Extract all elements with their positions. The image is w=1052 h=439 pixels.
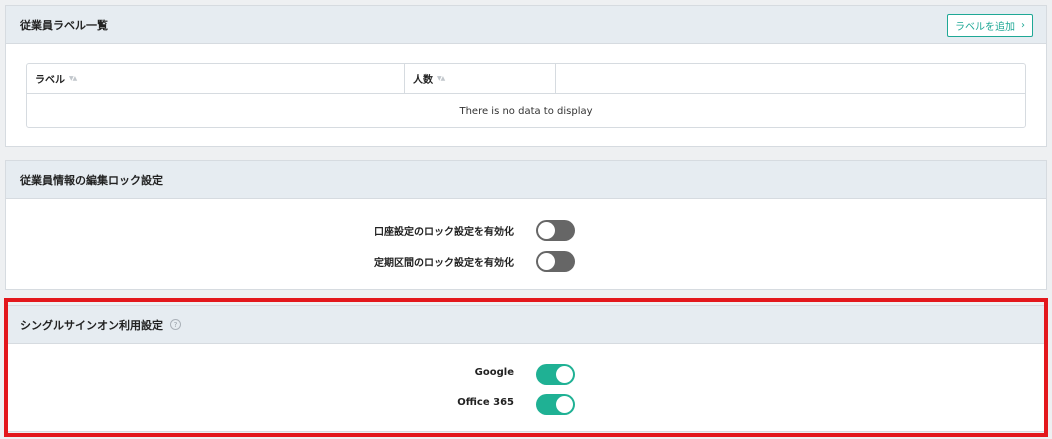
column-header-label[interactable]: ラベル ▼▲ xyxy=(27,64,405,93)
setting-row-google: Google xyxy=(6,362,1046,386)
commute-lock-label: 定期区間のロック設定を有効化 xyxy=(374,258,514,269)
setting-row-commute-lock: 定期区間のロック設定を有効化 xyxy=(6,249,1046,273)
toggle-knob xyxy=(538,253,555,270)
toggle-knob xyxy=(556,366,573,383)
sso-card: シングルサインオン利用設定 ? Google Office 365 xyxy=(5,305,1047,432)
account-lock-label: 口座設定のロック設定を有効化 xyxy=(374,227,514,238)
google-sso-label: Google xyxy=(474,367,514,378)
sso-title: シングルサインオン利用設定 xyxy=(20,318,163,332)
account-lock-toggle[interactable] xyxy=(536,220,575,241)
labels-table: ラベル ▼▲ 人数 ▼▲ There is no data to display xyxy=(26,63,1026,128)
employee-labels-title: 従業員ラベル一覧 xyxy=(20,18,108,32)
help-icon[interactable]: ? xyxy=(170,319,181,330)
employee-labels-header: 従業員ラベル一覧 ラベルを追加 › xyxy=(6,6,1046,44)
commute-lock-toggle[interactable] xyxy=(536,251,575,272)
sort-icon: ▼▲ xyxy=(69,75,77,82)
chevron-right-icon: › xyxy=(1021,20,1025,31)
toggle-knob xyxy=(538,222,555,239)
sso-header: シングルサインオン利用設定 ? xyxy=(6,306,1046,344)
edit-lock-card: 従業員情報の編集ロック設定 口座設定のロック設定を有効化 定期区間のロック設定を… xyxy=(5,160,1047,290)
empty-table-message: There is no data to display xyxy=(459,105,593,117)
column-header-count[interactable]: 人数 ▼▲ xyxy=(405,64,556,93)
google-sso-toggle[interactable] xyxy=(536,364,575,385)
employee-labels-card: 従業員ラベル一覧 ラベルを追加 › ラベル ▼▲ 人数 ▼▲ There is … xyxy=(5,5,1047,147)
setting-row-office365: Office 365 xyxy=(6,392,1046,416)
labels-table-header: ラベル ▼▲ 人数 ▼▲ xyxy=(27,64,1025,94)
setting-row-account-lock: 口座設定のロック設定を有効化 xyxy=(6,218,1046,242)
add-label-button[interactable]: ラベルを追加 › xyxy=(947,14,1033,37)
office365-sso-label: Office 365 xyxy=(457,397,514,408)
column-header-empty xyxy=(556,64,1025,93)
toggle-knob xyxy=(556,396,573,413)
add-label-button-text: ラベルを追加 xyxy=(955,22,1015,33)
edit-lock-header: 従業員情報の編集ロック設定 xyxy=(6,161,1046,199)
sort-icon: ▼▲ xyxy=(437,75,445,82)
office365-sso-toggle[interactable] xyxy=(536,394,575,415)
edit-lock-title: 従業員情報の編集ロック設定 xyxy=(20,173,163,187)
